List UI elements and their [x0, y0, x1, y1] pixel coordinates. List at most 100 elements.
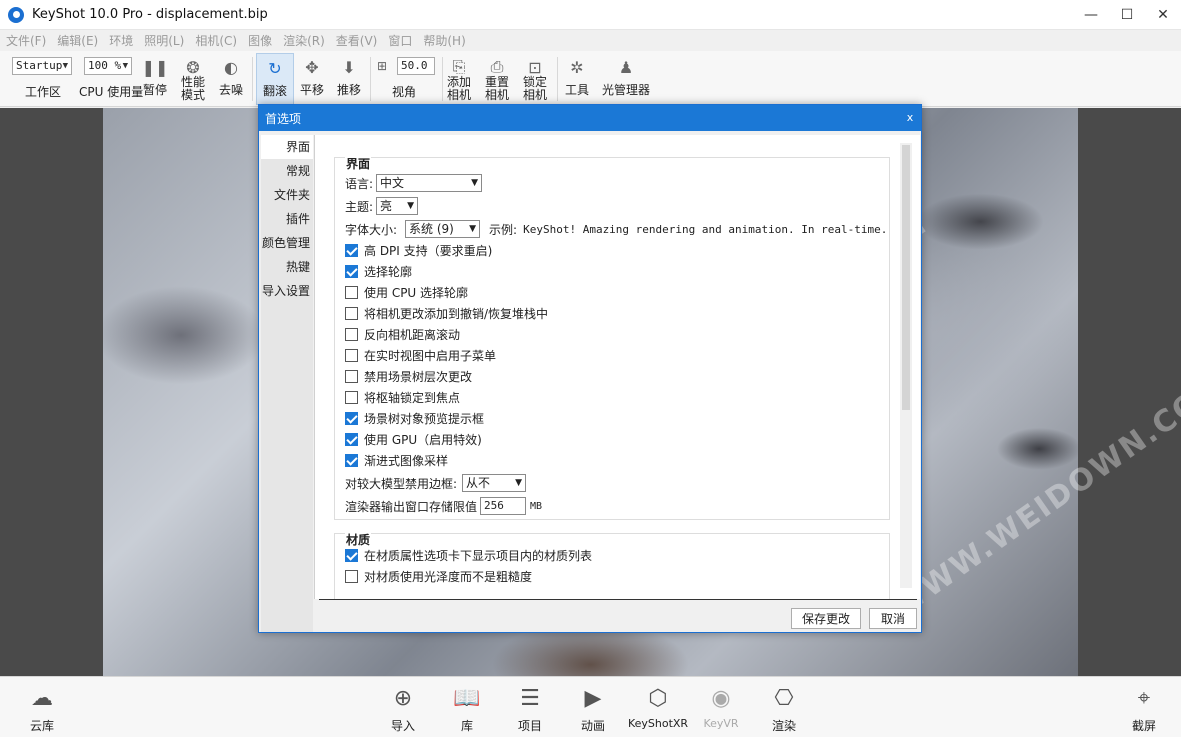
- nav-item-plugins[interactable]: 插件: [261, 207, 313, 231]
- checkbox[interactable]: [345, 349, 358, 362]
- dolly-icon: ⬇: [342, 57, 356, 77]
- animation-button[interactable]: ▶ 动画: [563, 681, 623, 735]
- tumble-icon: ↻: [268, 58, 282, 78]
- nav-item-import-settings[interactable]: 导入设置: [261, 279, 313, 303]
- language-label: 语言:: [345, 176, 374, 191]
- nav-item-color-management[interactable]: 颜色管理: [261, 231, 313, 255]
- screenshot-crosshair-icon: ⌖: [1137, 685, 1151, 711]
- checkbox[interactable]: [345, 370, 358, 383]
- checkbox[interactable]: [345, 570, 358, 583]
- lock-camera-button[interactable]: ⊡ 锁定 相机: [516, 53, 554, 105]
- checkbox-row[interactable]: 将相机更改添加到撤销/恢复堆栈中: [345, 305, 548, 322]
- checkbox-row[interactable]: 渐进式图像采样: [345, 452, 448, 469]
- checkbox[interactable]: [345, 307, 358, 320]
- checkbox-row[interactable]: 场景树对象预览提示框: [345, 410, 484, 427]
- checkbox-row[interactable]: 高 DPI 支持（要求重启): [345, 242, 492, 259]
- pan-button[interactable]: ✥ 平移: [293, 53, 331, 105]
- bounding-box-row: 对较大模型禁用边框: 从不 ▼: [345, 474, 527, 492]
- dolly-button[interactable]: ⬇ 推移: [330, 53, 368, 105]
- chevron-down-icon: ▼: [62, 61, 68, 71]
- menu-image[interactable]: 图像: [248, 32, 272, 49]
- render-button[interactable]: ⎔ 渲染: [754, 681, 814, 735]
- add-camera-button[interactable]: ⎘ 添加 相机: [440, 53, 478, 105]
- denoise-icon: ◐: [224, 57, 238, 77]
- language-select[interactable]: 中文 ▼: [376, 174, 483, 192]
- checkbox[interactable]: [345, 454, 358, 467]
- menu-help[interactable]: 帮助(H): [423, 32, 465, 49]
- menu-edit[interactable]: 编辑(E): [57, 32, 98, 49]
- checkbox-row[interactable]: 对材质使用光泽度而不是粗糙度: [345, 568, 532, 585]
- checkbox-row[interactable]: 在实时视图中启用子菜单: [345, 347, 496, 364]
- checkbox[interactable]: [345, 391, 358, 404]
- tumble-button[interactable]: ↻ 翻滚: [256, 53, 294, 105]
- reset-camera-button[interactable]: ⎙ 重置 相机: [478, 53, 516, 105]
- vr-headset-icon: ◉: [711, 685, 731, 711]
- checkbox-row[interactable]: 使用 GPU（启用特效): [345, 431, 482, 448]
- keyshotxr-button[interactable]: ⬡ KeyShotXR: [628, 681, 688, 735]
- checkbox-row[interactable]: 在材质属性选项卡下显示项目内的材质列表: [345, 547, 592, 564]
- workspace-select[interactable]: Startup ▼: [12, 57, 72, 75]
- checkbox[interactable]: [345, 328, 358, 341]
- cpu-usage-select[interactable]: 100 % ▼: [84, 57, 132, 75]
- close-window-button[interactable]: ✕: [1145, 0, 1181, 30]
- checkbox[interactable]: [345, 244, 358, 257]
- save-changes-button[interactable]: 保存更改: [791, 608, 861, 629]
- bounding-box-select[interactable]: 从不 ▼: [462, 474, 527, 492]
- light-manager-icon: ♟: [618, 57, 634, 77]
- checkbox[interactable]: [345, 412, 358, 425]
- scrollbar[interactable]: [900, 143, 912, 588]
- project-button[interactable]: ☰ 项目: [500, 681, 560, 735]
- nav-item-folders[interactable]: 文件夹: [261, 183, 313, 207]
- denoise-button[interactable]: ◐ 去噪: [212, 53, 250, 105]
- checkbox-row[interactable]: 使用 CPU 选择轮廓: [345, 284, 468, 301]
- pause-button[interactable]: ❚❚ 暂停: [136, 53, 174, 105]
- menu-view[interactable]: 查看(V): [336, 32, 378, 49]
- book-icon: 📖: [453, 685, 481, 711]
- checkbox[interactable]: [345, 549, 358, 562]
- checkbox-row[interactable]: 反向相机距离滚动: [345, 326, 460, 343]
- window-title: KeyShot 10.0 Pro - displacement.bip: [32, 7, 268, 22]
- cloud-library-button[interactable]: ☁ 云库: [12, 681, 72, 735]
- menu-camera[interactable]: 相机(C): [195, 32, 237, 49]
- checkbox-row[interactable]: 禁用场景树层次更改: [345, 368, 472, 385]
- menu-render[interactable]: 渲染(R): [283, 32, 325, 49]
- scrollbar-thumb[interactable]: [902, 145, 910, 410]
- tools-button[interactable]: ✲ 工具: [558, 53, 596, 105]
- nav-item-interface[interactable]: 界面: [261, 135, 313, 159]
- import-icon: ⊕: [393, 685, 413, 711]
- pause-icon: ❚❚: [141, 57, 169, 77]
- pan-icon: ✥: [305, 57, 319, 77]
- memory-limit-input[interactable]: 256: [480, 497, 527, 515]
- menu-window[interactable]: 窗口: [388, 32, 412, 49]
- interface-section: 界面 语言: 中文 ▼ 主题: 亮 ▼ 字体大小: 系统 (9) ▼ 示例: K…: [334, 155, 890, 520]
- checkbox[interactable]: [345, 265, 358, 278]
- bounding-box-label: 对较大模型禁用边框:: [345, 476, 458, 491]
- nav-item-general[interactable]: 常规: [261, 159, 313, 183]
- materials-section-title: 材质: [345, 531, 372, 548]
- menu-lighting[interactable]: 照明(L): [144, 32, 184, 49]
- font-size-label: 字体大小:: [345, 222, 398, 237]
- font-size-select[interactable]: 系统 (9) ▼: [405, 220, 481, 238]
- interface-section-title: 界面: [345, 155, 372, 172]
- nav-item-hotkeys[interactable]: 热键: [261, 255, 313, 279]
- maximize-button[interactable]: ☐: [1109, 0, 1145, 30]
- field-of-view-input[interactable]: 50.0: [397, 57, 435, 75]
- checkbox[interactable]: [345, 433, 358, 446]
- checkbox[interactable]: [345, 286, 358, 299]
- performance-mode-button[interactable]: ❂ 性能 模式: [174, 53, 212, 105]
- minimize-button[interactable]: —: [1073, 0, 1109, 30]
- cancel-button[interactable]: 取消: [869, 608, 917, 629]
- checkbox-row[interactable]: 选择轮廓: [345, 263, 412, 280]
- theme-select[interactable]: 亮 ▼: [376, 197, 419, 215]
- dialog-close-button[interactable]: x: [903, 111, 917, 125]
- light-manager-button[interactable]: ♟ 光管理器: [600, 53, 652, 105]
- library-button[interactable]: 📖 库: [437, 681, 497, 735]
- menu-file[interactable]: 文件(F): [6, 32, 46, 49]
- import-button[interactable]: ⊕ 导入: [373, 681, 433, 735]
- theme-row: 主题: 亮 ▼: [345, 197, 419, 215]
- menu-environment[interactable]: 环境: [109, 32, 133, 49]
- screenshot-button[interactable]: ⌖ 截屏: [1114, 681, 1174, 735]
- checkbox-row[interactable]: 将枢轴锁定到焦点: [345, 389, 460, 406]
- keyvr-button[interactable]: ◉ KeyVR: [691, 681, 751, 735]
- chevron-down-icon: ▼: [471, 178, 479, 188]
